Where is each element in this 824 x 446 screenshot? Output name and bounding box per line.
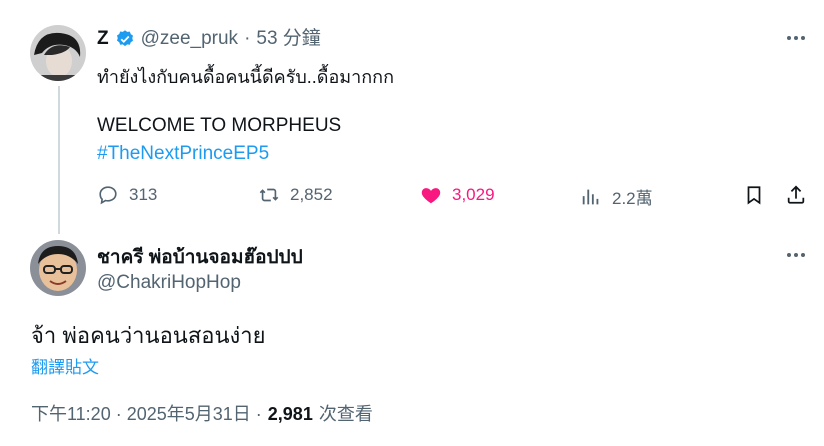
share-icon: [787, 185, 805, 204]
tweet-thread: Z @zee_pruk · 53 分鐘 ทำยังไงกับคนดื้อคนนี…: [0, 0, 824, 446]
reply-display-name[interactable]: ชาครี พ่อบ้านจอมฮ๊อปปป: [97, 242, 303, 272]
repost-count: 2,852: [290, 185, 333, 204]
handle[interactable]: @zee_pruk: [141, 27, 238, 51]
like-count: 3,029: [452, 185, 495, 204]
translate-post-link[interactable]: 翻譯貼文: [31, 353, 99, 378]
view-count: 2,981: [267, 404, 313, 424]
avatar[interactable]: [30, 240, 86, 296]
view-label: 次查看: [318, 404, 373, 424]
more-icon[interactable]: [781, 23, 811, 53]
timestamp[interactable]: 下午11:20 · 2025年5月31日 ·: [31, 400, 262, 426]
display-name[interactable]: Z: [97, 27, 109, 51]
separator: ·: [244, 28, 251, 49]
reply-meta: 下午11:20 · 2025年5月31日 · 2,981 次查看: [31, 400, 373, 426]
reply-icon: [99, 186, 117, 205]
reply-button[interactable]: 313: [97, 184, 157, 206]
repost-button[interactable]: 2,852: [258, 184, 333, 206]
like-icon: [421, 188, 441, 204]
hashtag-link[interactable]: #TheNextPrinceEP5: [97, 143, 269, 165]
views-count: 2.2萬: [612, 189, 653, 208]
like-button[interactable]: 3,029: [420, 184, 495, 206]
reply-count: 313: [129, 185, 158, 204]
tweet-text-line1: ทำยังไงกับคนดื้อคนนี้ดีครับ..ดื้อมากกก: [97, 67, 394, 87]
tweet-text-line2: WELCOME TO MORPHEUS: [97, 115, 342, 136]
reply-handle[interactable]: @ChakriHopHop: [97, 272, 241, 294]
verified-badge-icon: [115, 29, 135, 49]
views-icon: [582, 189, 599, 204]
avatar[interactable]: [30, 25, 86, 81]
parent-tweet-header: Z @zee_pruk · 53 分鐘: [97, 27, 321, 51]
share-button[interactable]: [785, 184, 807, 206]
bookmark-icon: [747, 186, 761, 205]
reply-text: จ้า พ่อคนว่านอนสอนง่าย: [31, 323, 266, 348]
time-ago[interactable]: 53 分鐘: [256, 27, 320, 51]
thread-connector-line: [58, 86, 60, 234]
bookmark-button[interactable]: [743, 184, 765, 206]
more-icon[interactable]: [781, 240, 811, 270]
repost-icon: [259, 188, 279, 202]
views-button[interactable]: 2.2萬: [580, 184, 653, 209]
